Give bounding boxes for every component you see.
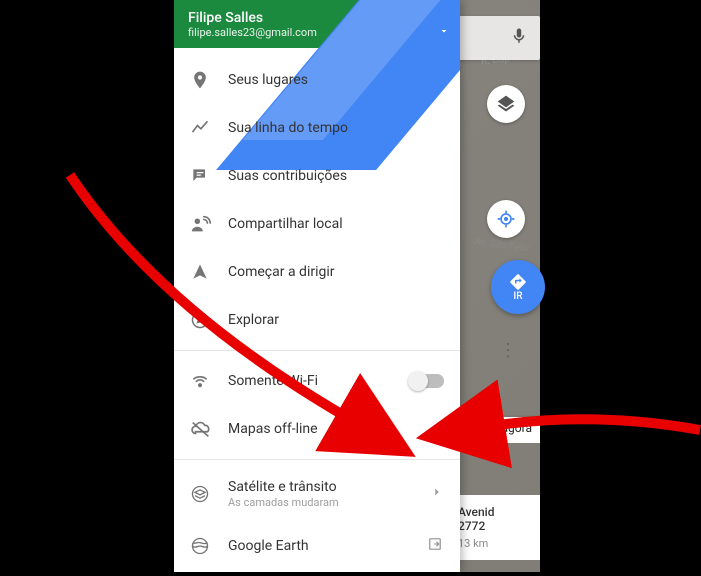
open-external-icon [426,535,444,557]
earth-icon [190,536,228,556]
menu-item-label: Seus lugares [228,72,444,88]
menu-item-wifi-only[interactable]: Somente Wi-Fi [174,357,460,405]
more-vert-icon: ⋮ [499,340,517,361]
timeline-icon [190,118,228,138]
drawer-header[interactable]: Filipe Salles filipe.salles23@gmail.com [174,0,460,48]
menu-item-label: Sua linha do tempo [228,120,444,136]
share-location-icon [190,214,228,234]
menu-item-places[interactable]: Seus lugares [174,56,460,104]
menu-item-sublabel: As camadas mudaram [228,496,430,509]
nav-drawer: Filipe Salles filipe.salles23@gmail.com … [174,0,460,572]
menu-item-contributions[interactable]: Suas contribuições [174,152,460,200]
menu-item-label: Google Earth [228,538,426,554]
layers-round-icon [190,484,228,504]
menu-item-satellite-traffic[interactable]: Satélite e trânsito As camadas mudaram [174,466,460,522]
menu-item-google-earth[interactable]: Google Earth [174,522,460,570]
directions-icon [509,273,527,291]
menu-item-explore[interactable]: Explorar [174,296,460,344]
menu-item-share-location[interactable]: Compartilhar local [174,200,460,248]
crosshair-icon [496,209,516,229]
locate-button[interactable] [487,200,525,238]
layers-icon [496,94,516,114]
menu-item-label: Satélite e trânsito As camadas mudaram [228,479,430,509]
nav-arrow-icon [190,262,228,282]
compass-icon [190,310,228,330]
menu-item-label: Somente Wi-Fi [228,373,410,389]
mic-icon[interactable] [510,27,528,49]
search-bar[interactable] [450,16,540,60]
contribution-icon [190,166,228,186]
overflow-button[interactable]: ⋮ [496,340,520,361]
place-card-line2: 2772 [458,519,532,533]
go-fab-label: IR [513,291,522,302]
place-card[interactable]: Avenid 2772 13 km [450,495,540,560]
chevron-down-icon[interactable] [438,22,450,41]
divider [174,350,460,351]
place-card-line1: Avenid [458,505,532,519]
menu-item-label: Suas contribuições [228,168,444,184]
wifi-icon [190,371,228,391]
layers-button[interactable] [487,85,525,123]
account-email: filipe.salles23@gmail.com [188,26,446,39]
go-fab[interactable]: IR [491,260,545,314]
divider [174,459,460,460]
menu-item-timeline[interactable]: Sua linha do tempo [174,104,460,152]
menu-item-label: Mapas off-line [228,421,444,437]
drawer-menu: Seus lugares Sua linha do tempo Suas con… [174,48,460,572]
menu-item-label: Explorar [228,312,444,328]
menu-item-start-driving[interactable]: Começar a dirigir [174,248,460,296]
menu-item-label: Começar a dirigir [228,264,444,280]
chevron-right-icon [430,485,444,503]
phone-viewport: R. Cap Av. São Félix IR ⋮ agora Avenid 2… [174,0,530,572]
place-card-distance: 13 km [458,537,532,550]
wifi-toggle[interactable] [410,374,444,388]
snackbar: agora [494,417,540,443]
account-name: Filipe Salles [188,10,446,26]
menu-item-offline-maps[interactable]: Mapas off-line [174,405,460,453]
cloud-off-icon [190,419,228,439]
pin-icon [190,70,228,90]
menu-item-label: Compartilhar local [228,216,444,232]
